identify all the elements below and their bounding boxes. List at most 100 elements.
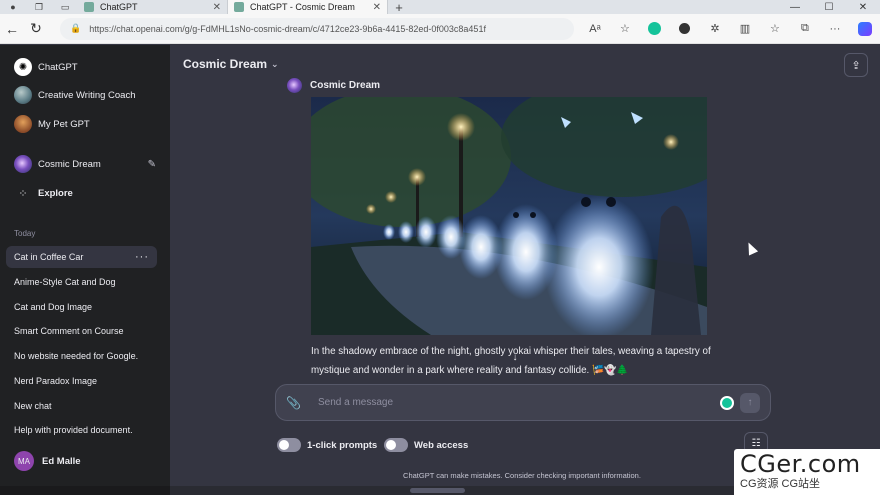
chat-item[interactable]: Smart Comment on Course xyxy=(6,320,157,342)
message-author: Cosmic Dream xyxy=(310,80,381,91)
share-button[interactable]: ⇪ xyxy=(844,53,868,77)
close-icon[interactable]: ✕ xyxy=(373,2,381,13)
browser-tab-cosmic-dream[interactable]: ChatGPT - Cosmic Dream ✕ xyxy=(228,0,388,14)
toggle-label: Web access xyxy=(414,439,469,451)
close-icon[interactable]: ✕ xyxy=(213,2,221,13)
chat-item-label: Cat in Coffee Car xyxy=(14,252,84,262)
toggle-label: 1-click prompts xyxy=(307,439,378,451)
url-field[interactable]: 🔒 https://chat.openai.com/g/g-FdMHL1sNo-… xyxy=(60,17,574,40)
user-profile[interactable]: MA Ed Malle xyxy=(6,447,164,475)
browser-address-bar: ← ↻ 🔒 https://chat.openai.com/g/g-FdMHL1… xyxy=(0,14,880,44)
cosmic-dream-avatar xyxy=(14,155,32,173)
page-title: Cosmic Dream xyxy=(183,57,268,71)
sidebar-bottom-bar xyxy=(0,486,170,495)
cosmic-dream-avatar xyxy=(287,78,302,93)
chat-item-label: Anime-Style Cat and Dog xyxy=(14,277,116,287)
chat-item[interactable]: Nerd Paradox Image xyxy=(6,370,157,392)
my-pet-gpt-avatar xyxy=(14,115,32,133)
refresh-button[interactable]: ↻ xyxy=(24,14,48,44)
chat-main: Cosmic Dream ⌄ ⇪ Cosmic Dream In the sha… xyxy=(170,45,880,495)
chatgpt-favicon-icon xyxy=(234,2,244,12)
scrollbar-thumb[interactable] xyxy=(410,488,465,493)
web-access-toggle-row: Web access xyxy=(384,438,468,452)
maximize-icon[interactable]: ☐ xyxy=(812,0,846,14)
chat-item-label: Help with provided document. xyxy=(14,425,133,435)
sliders-icon: ☷ xyxy=(751,437,761,449)
chat-item-label: Smart Comment on Course xyxy=(14,326,124,336)
split-screen-icon[interactable]: ▥ xyxy=(730,22,760,35)
avatar: MA xyxy=(14,451,34,471)
arrow-down-icon: ↓ xyxy=(512,351,518,363)
read-aloud-icon[interactable]: Aᵃ xyxy=(580,23,610,35)
generated-image[interactable] xyxy=(311,97,707,335)
browser-profile-icon[interactable]: ● xyxy=(0,0,26,14)
browser-tab-bar: ● ❐ ▭ ChatGPT ✕ ChatGPT - Cosmic Dream ✕… xyxy=(0,0,880,15)
chat-item-label: No website needed for Google. xyxy=(14,351,139,361)
one-click-prompts-toggle[interactable] xyxy=(277,438,301,452)
paperclip-icon[interactable]: 📎 xyxy=(286,396,302,410)
message-input[interactable] xyxy=(318,397,720,408)
collections-icon[interactable]: ⧉ xyxy=(790,22,820,35)
watermark-main: CGer.com xyxy=(740,450,861,478)
more-options-icon[interactable]: ··· xyxy=(820,23,850,35)
message-header: Cosmic Dream xyxy=(287,78,380,93)
chat-item[interactable]: Anime-Style Cat and Dog xyxy=(6,271,157,293)
copilot-icon[interactable] xyxy=(850,21,880,36)
chat-item-cat-in-coffee-car[interactable]: Cat in Coffee Car ··· xyxy=(6,246,157,268)
new-chat-edit-icon[interactable]: ✎ xyxy=(148,159,156,170)
window-controls: — ☐ ✕ xyxy=(778,0,880,14)
more-options-icon[interactable]: ··· xyxy=(135,251,149,263)
share-icon: ⇪ xyxy=(851,59,861,72)
sidebar-item-explore[interactable]: ⁘ Explore xyxy=(6,180,164,206)
model-selector[interactable]: Cosmic Dream ⌄ xyxy=(183,57,279,71)
creative-writing-coach-avatar xyxy=(14,86,32,104)
close-window-icon[interactable]: ✕ xyxy=(846,0,880,14)
sidebar-item-creative-writing-coach[interactable]: Creative Writing Coach xyxy=(6,82,164,108)
grammarly-icon[interactable] xyxy=(720,395,734,410)
toggle-knob xyxy=(279,440,289,450)
sidebar-item-cosmic-dream[interactable]: Cosmic Dream ✎ xyxy=(6,151,164,177)
chat-item[interactable]: No website needed for Google. xyxy=(6,345,157,367)
sidebar-item-chatgpt[interactable]: ✺ ChatGPT xyxy=(6,54,164,80)
sidebar-item-my-pet-gpt[interactable]: My Pet GPT xyxy=(6,111,164,137)
explore-grid-icon: ⁘ xyxy=(18,187,28,200)
sidebar-item-label: ChatGPT xyxy=(38,61,78,73)
tab-actions-icon[interactable]: ▭ xyxy=(52,0,78,14)
favorite-star-icon[interactable]: ☆ xyxy=(610,22,640,35)
favorites-icon[interactable]: ☆ xyxy=(760,22,790,35)
chat-item-label: New chat xyxy=(14,401,52,411)
chat-item-label: Nerd Paradox Image xyxy=(14,376,98,386)
watermark: CGer.com CG资源 CG站坐 xyxy=(734,449,880,495)
grammarly-extension-icon[interactable] xyxy=(640,22,670,35)
send-button[interactable]: ↑ xyxy=(740,392,760,413)
sidebar-item-label: Creative Writing Coach xyxy=(38,89,136,101)
browser-tab-chatgpt[interactable]: ChatGPT ✕ xyxy=(78,0,228,14)
section-label-today: Today xyxy=(14,229,36,238)
watermark-sub: CG资源 CG站坐 xyxy=(740,478,821,490)
browser-tab-title: ChatGPT xyxy=(100,2,138,12)
sidebar-item-label: My Pet GPT xyxy=(38,118,90,130)
extensions-puzzle-icon[interactable]: ✲ xyxy=(700,22,730,35)
chevron-down-icon: ⌄ xyxy=(271,58,279,69)
user-name: Ed Malle xyxy=(42,455,81,467)
toggle-knob xyxy=(386,440,396,450)
workspaces-icon[interactable]: ❐ xyxy=(26,0,52,14)
chatgpt-favicon-icon xyxy=(84,2,94,12)
chat-item[interactable]: Cat and Dog Image xyxy=(6,296,157,318)
chat-item[interactable]: Help with provided document. xyxy=(6,419,157,441)
scroll-down-button[interactable]: ↓ xyxy=(508,350,522,364)
chatgpt-logo-icon: ✺ xyxy=(14,58,32,76)
minimize-icon[interactable]: — xyxy=(778,0,812,14)
chat-item[interactable]: New chat xyxy=(6,395,157,417)
sidebar-item-label: Explore xyxy=(38,187,73,199)
web-access-toggle[interactable] xyxy=(384,438,408,452)
back-button[interactable]: ← xyxy=(0,14,24,44)
message-composer: 📎 ↑ xyxy=(275,384,771,421)
sidebar: ✺ ChatGPT Creative Writing Coach My Pet … xyxy=(0,45,170,495)
browser-toolbar: Aᵃ ☆ ✲ ▥ ☆ ⧉ ··· xyxy=(580,21,880,36)
browser-tab-title: ChatGPT - Cosmic Dream xyxy=(250,2,355,12)
sidebar-item-label: Cosmic Dream xyxy=(38,158,101,170)
extension-icon[interactable] xyxy=(670,23,700,34)
new-tab-button[interactable]: + xyxy=(388,0,410,15)
arrow-up-icon: ↑ xyxy=(747,397,753,408)
